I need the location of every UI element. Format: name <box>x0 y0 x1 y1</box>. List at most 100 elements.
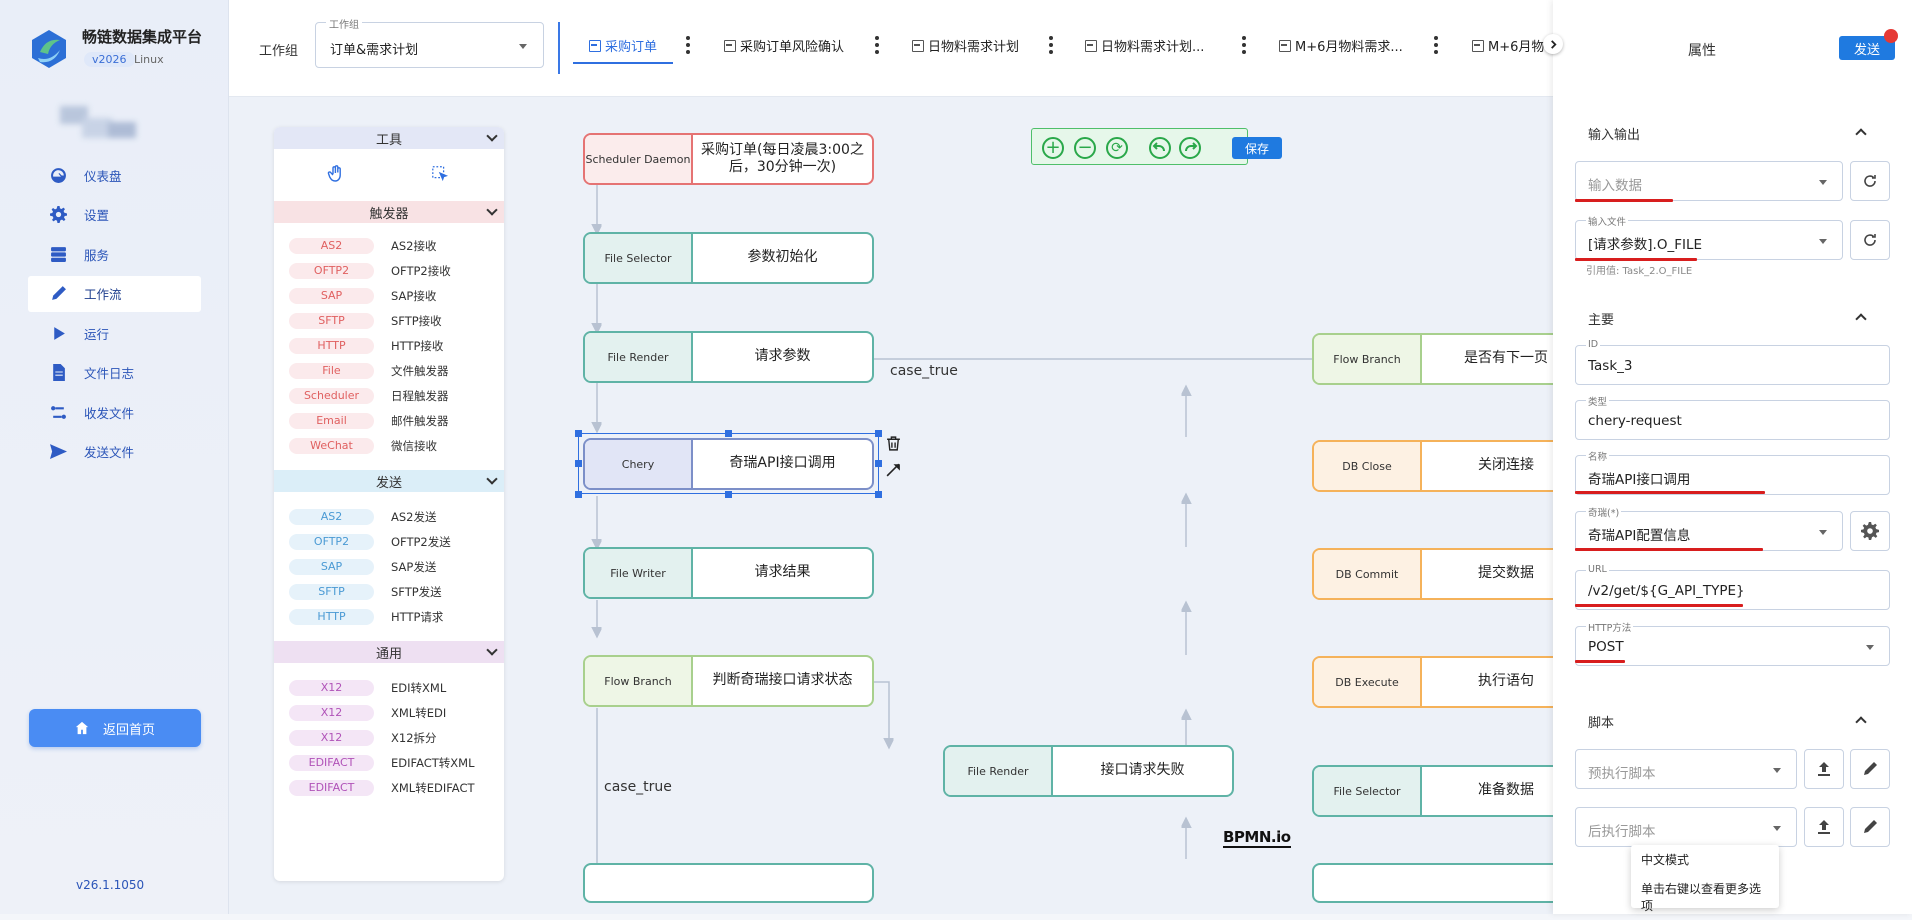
flow-node-file-writer[interactable]: File Writer 请求结果 <box>583 547 874 599</box>
chevron-up-icon[interactable] <box>1855 128 1867 140</box>
flow-node-has-next-page[interactable]: Flow Branch 是否有下一页 <box>1312 333 1553 385</box>
node-type: DB Commit <box>1314 550 1422 598</box>
section-main[interactable]: 主要 <box>1588 309 1614 328</box>
workflow-canvas[interactable]: 工具 触发器 AS2 AS2接收 OFTP2 OFTP2接收 SAP SAP接收 SFTP S… <box>229 97 1553 914</box>
upload-pre-script-button[interactable] <box>1804 749 1844 789</box>
tab-menu-icon[interactable] <box>685 36 691 54</box>
bpmn-watermark[interactable]: BPMN.io <box>1223 828 1291 848</box>
tab-purchase-order-risk[interactable]: 采购订单风险确认 <box>724 36 844 55</box>
resize-handle[interactable] <box>875 460 882 467</box>
refresh-button[interactable] <box>1850 161 1890 201</box>
tab-m6-material-plan[interactable]: M+6月物料需求... <box>1279 36 1403 55</box>
tab-daily-material-plan-2[interactable]: 日物料需求计划... <box>1085 36 1204 55</box>
workgroup-select[interactable]: 工作组 订单&需求计划 <box>315 16 544 68</box>
input-data-select[interactable]: 输入数据 <box>1575 161 1843 201</box>
flow-node-file-render-failure[interactable]: File Render 接口请求失败 <box>943 745 1234 797</box>
chevron-down-icon <box>519 44 527 49</box>
flow-node-db-commit[interactable]: DB Commit 提交数据 <box>1312 548 1553 600</box>
sidebar-item-workflow[interactable]: 工作流 <box>28 275 201 312</box>
sidebar-item-dashboard[interactable]: 仪表盘 <box>28 157 201 193</box>
edit-pre-script-button[interactable] <box>1850 749 1890 789</box>
post-script-select[interactable]: 后执行脚本 <box>1575 807 1797 847</box>
undo-icon[interactable] <box>1148 136 1172 160</box>
field-label: 名称 <box>1586 449 1610 463</box>
app-logo <box>32 30 66 68</box>
type-field[interactable]: 类型 chery-request <box>1575 394 1890 440</box>
workflow-icon <box>724 39 736 52</box>
node-name: 执行语句 <box>1478 673 1534 690</box>
flow-node-file-render[interactable]: File Render 请求参数 <box>583 331 874 383</box>
flow-node-db-execute[interactable]: DB Execute 执行语句 <box>1312 656 1553 708</box>
user-avatar[interactable] <box>60 106 140 140</box>
flow-node-flow-branch[interactable]: Flow Branch 判断奇瑞接口请求状态 <box>583 655 874 707</box>
resize-handle[interactable] <box>875 430 882 437</box>
id-field[interactable]: ID Task_3 <box>1575 339 1890 385</box>
tab-menu-icon[interactable] <box>1048 36 1054 54</box>
refresh-button[interactable] <box>1850 220 1890 260</box>
pre-script-select[interactable]: 预执行脚本 <box>1575 749 1797 789</box>
section-io[interactable]: 输入输出 <box>1588 124 1640 143</box>
resize-handle[interactable] <box>575 430 582 437</box>
context-menu-item[interactable]: 单击右键以查看更多选项 <box>1631 874 1779 920</box>
tab-menu-icon[interactable] <box>874 36 880 54</box>
context-menu-item[interactable]: 中文模式 <box>1631 845 1779 874</box>
chevron-down-icon <box>1773 826 1781 831</box>
flow-node-db-close[interactable]: DB Close 关闭连接 <box>1312 440 1553 492</box>
server-icon <box>51 246 66 262</box>
home-button[interactable]: 返回首页 <box>29 709 201 747</box>
edit-post-script-button[interactable] <box>1850 807 1890 847</box>
upload-post-script-button[interactable] <box>1804 807 1844 847</box>
chery-config-select[interactable]: 奇瑞(*) 奇瑞API配置信息 <box>1575 505 1843 551</box>
resize-handle[interactable] <box>575 460 582 467</box>
sidebar-item-services[interactable]: 服务 <box>28 236 201 272</box>
chery-settings-button[interactable] <box>1850 511 1890 551</box>
field-label: URL <box>1586 564 1609 575</box>
tab-purchase-order[interactable]: 采购订单 <box>589 36 657 55</box>
node-name: 参数初始化 <box>747 249 818 266</box>
section-script[interactable]: 脚本 <box>1588 712 1614 731</box>
connect-arrow-icon[interactable] <box>885 461 902 478</box>
resize-handle[interactable] <box>875 491 882 498</box>
workflow-tabbar: 工作组 工作组 订单&需求计划 采购订单 采购订单风险确认 日物料需求计划 日物… <box>229 0 1553 97</box>
name-field[interactable]: 名称 奇瑞API接口调用 <box>1575 449 1890 495</box>
workflow-icon <box>1279 39 1291 52</box>
zoom-out-icon[interactable]: − <box>1074 137 1096 159</box>
field-label: 输入文件 <box>1586 214 1629 228</box>
tab-daily-material-plan[interactable]: 日物料需求计划 <box>912 36 1019 55</box>
chevron-up-icon[interactable] <box>1855 313 1867 325</box>
chevron-up-icon[interactable] <box>1855 716 1867 728</box>
flow-node-scheduler[interactable]: Scheduler Daemon 采购订单(每日凌晨3:00之后，30分钟一次) <box>583 133 874 185</box>
resize-handle[interactable] <box>575 491 582 498</box>
refresh-icon <box>1864 175 1876 187</box>
save-button[interactable]: 保存 <box>1232 137 1282 159</box>
sidebar-item-transfer[interactable]: 收发文件 <box>28 394 201 430</box>
highlight-underline <box>1575 491 1765 494</box>
resize-handle[interactable] <box>725 430 732 437</box>
tab-menu-icon[interactable] <box>1433 36 1439 54</box>
sidebar-item-label: 仪表盘 <box>84 168 122 184</box>
sidebar-item-file-log[interactable]: 文件日志 <box>28 355 201 391</box>
trash-icon[interactable] <box>885 435 902 452</box>
sidebar-item-run[interactable]: 运行 <box>28 315 201 351</box>
collapse-panel-button[interactable] <box>1543 34 1563 54</box>
upload-icon <box>1818 762 1830 776</box>
reset-zoom-icon[interactable]: ⟳ <box>1106 137 1128 159</box>
tab-menu-icon[interactable] <box>1241 36 1247 54</box>
flow-node-next-partial[interactable] <box>583 863 874 903</box>
zoom-in-icon[interactable]: + <box>1042 137 1064 159</box>
input-file-select[interactable]: 输入文件 [请求参数].O_FILE <box>1575 214 1843 260</box>
resize-handle[interactable] <box>725 491 732 498</box>
input-file-value: [请求参数].O_FILE <box>1588 237 1702 253</box>
flow-node-partial-right[interactable] <box>1312 863 1553 903</box>
redo-icon[interactable] <box>1178 136 1202 160</box>
sidebar-item-send-file[interactable]: 发送文件 <box>28 434 201 470</box>
flow-node-prepare-data[interactable]: File Selector 准备数据 <box>1312 765 1553 817</box>
properties-panel: 属性 发送 输入输出 输入数据 输入文件 [请求参数].O_FILE 引用值: … <box>1543 0 1912 914</box>
workflow-icon <box>1085 39 1097 52</box>
tab-m6-material-plan-2[interactable]: M+6月物 <box>1472 36 1544 55</box>
flow-node-chery[interactable]: Chery 奇瑞API接口调用 <box>583 438 874 490</box>
sidebar-item-label: 服务 <box>84 247 110 263</box>
node-type: File Writer <box>585 549 693 597</box>
flow-node-file-selector[interactable]: File Selector 参数初始化 <box>583 232 874 284</box>
sidebar-item-settings[interactable]: 设置 <box>28 197 201 233</box>
